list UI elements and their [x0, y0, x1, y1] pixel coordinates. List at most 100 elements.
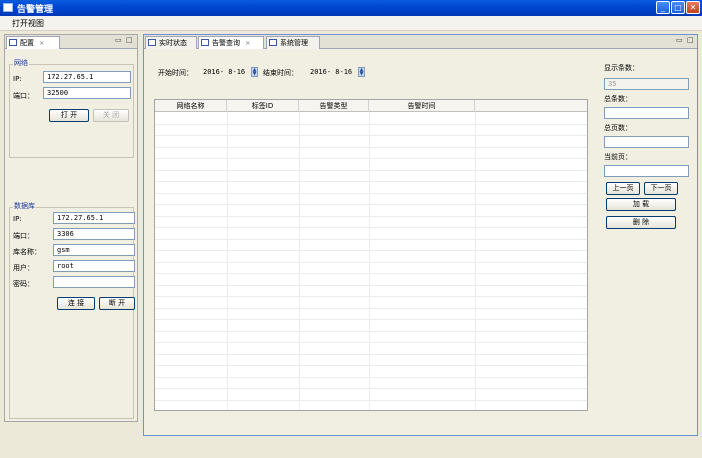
tab-close-icon[interactable]: ✕	[39, 40, 44, 47]
config-panel: 配置 ✕ ▭ □ 网络 IP: 172.27.65.1 端口： 32500 打 …	[4, 34, 138, 422]
db-port-label: 端口：	[13, 232, 34, 240]
tab-system-management[interactable]: 系统管理	[266, 36, 320, 49]
tab-realtime-status[interactable]: 实时状态	[145, 36, 197, 49]
start-date-input[interactable]: 2016- 8-16	[203, 66, 245, 78]
network-ip-input[interactable]: 172.27.65.1	[43, 71, 131, 83]
table-row[interactable]	[155, 216, 587, 217]
menu-bar: 打开视图	[0, 16, 702, 31]
database-group-title: 数据库	[13, 201, 36, 211]
tab-alarm-label: 告警查询	[212, 39, 240, 47]
next-page-button[interactable]: 下一页	[644, 182, 678, 195]
column-header-filler	[475, 100, 587, 112]
alarm-table[interactable]: 网络名称 标签ID 告警类型 告警时间	[154, 99, 588, 411]
spin-down-icon[interactable]: ▼	[359, 72, 364, 77]
table-header: 网络名称 标签ID 告警类型 告警时间	[155, 100, 587, 112]
tab-alarm-query[interactable]: 告警查询 ✕	[198, 36, 264, 49]
network-port-input[interactable]: 32500	[43, 87, 131, 99]
tab-close-icon[interactable]: ✕	[245, 40, 250, 47]
table-row[interactable]	[155, 354, 587, 355]
db-ip-label: IP:	[13, 215, 22, 223]
total-pages-field	[604, 136, 689, 148]
table-row[interactable]	[155, 296, 587, 297]
close-icon: ✕	[689, 3, 697, 12]
start-date-spinner[interactable]: ▲ ▼	[251, 67, 258, 77]
config-tabstrip: 配置 ✕ ▭ □	[5, 35, 137, 49]
table-row[interactable]	[155, 262, 587, 263]
current-page-field	[604, 165, 689, 177]
close-button[interactable]: ✕	[686, 1, 700, 14]
menu-open-view[interactable]: 打开视图	[12, 18, 44, 29]
table-row[interactable]	[155, 158, 587, 159]
disconnect-button[interactable]: 断 开	[99, 297, 135, 310]
panel-minimize-icon[interactable]: ▭	[676, 36, 683, 44]
table-column-line	[299, 112, 300, 410]
column-header-alarm-type[interactable]: 告警类型	[299, 100, 369, 112]
delete-button[interactable]: 删 除	[606, 216, 676, 229]
maximize-icon: □	[674, 3, 682, 12]
network-ip-label: IP:	[13, 75, 22, 83]
db-ip-input[interactable]: 172.27.65.1	[53, 212, 135, 224]
load-button[interactable]: 加 载	[606, 198, 676, 211]
panel-maximize-icon[interactable]: □	[687, 36, 694, 44]
table-row[interactable]	[155, 365, 587, 366]
table-row[interactable]	[155, 331, 587, 332]
tab-config[interactable]: 配置 ✕	[6, 36, 60, 49]
view-icon	[269, 39, 277, 46]
view-icon	[9, 39, 17, 46]
table-row[interactable]	[155, 250, 587, 251]
panel-maximize-icon[interactable]: □	[126, 36, 133, 44]
main-panel: 实时状态 告警查询 ✕ 系统管理 ▭ □ 开始时间： 2016- 8-16 ▲ …	[143, 34, 698, 436]
table-row[interactable]	[155, 388, 587, 389]
table-column-line	[227, 112, 228, 410]
connect-button[interactable]: 连 接	[57, 297, 95, 310]
start-time-label: 开始时间：	[158, 69, 193, 77]
open-button[interactable]: 打 开	[49, 109, 89, 122]
table-row[interactable]	[155, 204, 587, 205]
spin-down-icon[interactable]: ▼	[252, 72, 257, 77]
table-row[interactable]	[155, 135, 587, 136]
db-user-label: 用户：	[13, 264, 34, 272]
view-icon	[148, 39, 156, 46]
db-name-input[interactable]: gsm	[53, 244, 135, 256]
table-row[interactable]	[155, 377, 587, 378]
total-pages-label: 总页数：	[604, 124, 632, 132]
panel-minimize-icon[interactable]: ▭	[115, 36, 122, 44]
end-date-spinner[interactable]: ▲ ▼	[358, 67, 365, 77]
main-tabstrip: 实时状态 告警查询 ✕ 系统管理 ▭ □	[144, 35, 697, 49]
window-titlebar[interactable]: 告警管理 _ □ ✕	[0, 0, 702, 16]
table-row[interactable]	[155, 239, 587, 240]
table-row[interactable]	[155, 227, 587, 228]
db-name-label: 库名称：	[13, 248, 41, 256]
minimize-button[interactable]: _	[656, 1, 670, 14]
table-row[interactable]	[155, 181, 587, 182]
table-row[interactable]	[155, 273, 587, 274]
column-header-tag-id[interactable]: 标签ID	[227, 100, 299, 112]
prev-page-button[interactable]: 上一页	[606, 182, 640, 195]
end-time-label: 结束时间：	[263, 69, 298, 77]
close-connection-button[interactable]: 关 闭	[93, 109, 129, 122]
display-count-label: 显示条数：	[604, 64, 639, 72]
tab-realtime-label: 实时状态	[159, 39, 187, 47]
db-user-input[interactable]: root	[53, 260, 135, 272]
tab-config-label: 配置	[20, 39, 34, 47]
column-header-network-name[interactable]: 网络名称	[155, 100, 227, 112]
column-header-alarm-time[interactable]: 告警时间	[369, 100, 475, 112]
db-port-input[interactable]: 3306	[53, 228, 135, 240]
display-count-input[interactable]: 35	[604, 78, 689, 90]
table-row[interactable]	[155, 342, 587, 343]
current-page-label: 当前页：	[604, 153, 632, 161]
table-row[interactable]	[155, 400, 587, 401]
minimize-icon: _	[661, 3, 665, 12]
table-row[interactable]	[155, 285, 587, 286]
table-row[interactable]	[155, 170, 587, 171]
db-password-input[interactable]	[53, 276, 135, 288]
maximize-button[interactable]: □	[671, 1, 685, 14]
end-date-input[interactable]: 2016- 8-16	[310, 66, 352, 78]
table-row[interactable]	[155, 193, 587, 194]
table-row[interactable]	[155, 124, 587, 125]
table-row[interactable]	[155, 147, 587, 148]
total-count-label: 总条数：	[604, 95, 632, 103]
table-row[interactable]	[155, 319, 587, 320]
table-row[interactable]	[155, 308, 587, 309]
window-title: 告警管理	[17, 5, 54, 15]
